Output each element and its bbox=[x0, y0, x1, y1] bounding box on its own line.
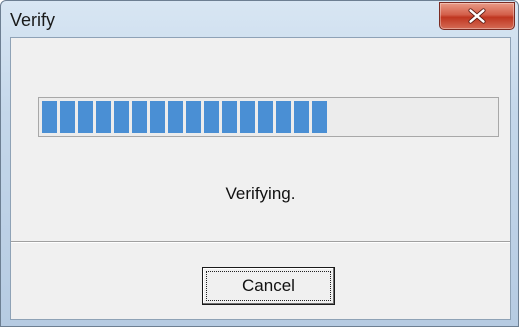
cancel-button-label: Cancel bbox=[206, 271, 331, 301]
progress-block bbox=[132, 101, 147, 133]
progress-block bbox=[114, 101, 129, 133]
close-button[interactable] bbox=[439, 2, 515, 30]
cancel-button[interactable]: Cancel bbox=[202, 267, 335, 305]
progress-block bbox=[276, 101, 291, 133]
progress-block bbox=[168, 101, 183, 133]
progress-block bbox=[150, 101, 165, 133]
progress-block bbox=[204, 101, 219, 133]
progress-block bbox=[294, 101, 309, 133]
progress-block bbox=[312, 101, 327, 133]
dialog-body: Verifying. Cancel bbox=[10, 37, 511, 320]
progress-block bbox=[186, 101, 201, 133]
status-text: Verifying. bbox=[225, 184, 296, 203]
progress-block bbox=[222, 101, 237, 133]
progress-block bbox=[96, 101, 111, 133]
title-bar[interactable]: Verify bbox=[1, 1, 518, 37]
close-icon bbox=[468, 8, 486, 24]
progress-block bbox=[42, 101, 57, 133]
separator-line bbox=[11, 241, 510, 243]
progress-bar bbox=[38, 97, 499, 137]
progress-block bbox=[258, 101, 273, 133]
progress-blocks bbox=[42, 101, 327, 133]
progress-block bbox=[60, 101, 75, 133]
progress-block bbox=[78, 101, 93, 133]
window-title: Verify bbox=[10, 10, 56, 30]
progress-block bbox=[240, 101, 255, 133]
verify-dialog: Verify Verifying. Cancel bbox=[0, 0, 519, 327]
